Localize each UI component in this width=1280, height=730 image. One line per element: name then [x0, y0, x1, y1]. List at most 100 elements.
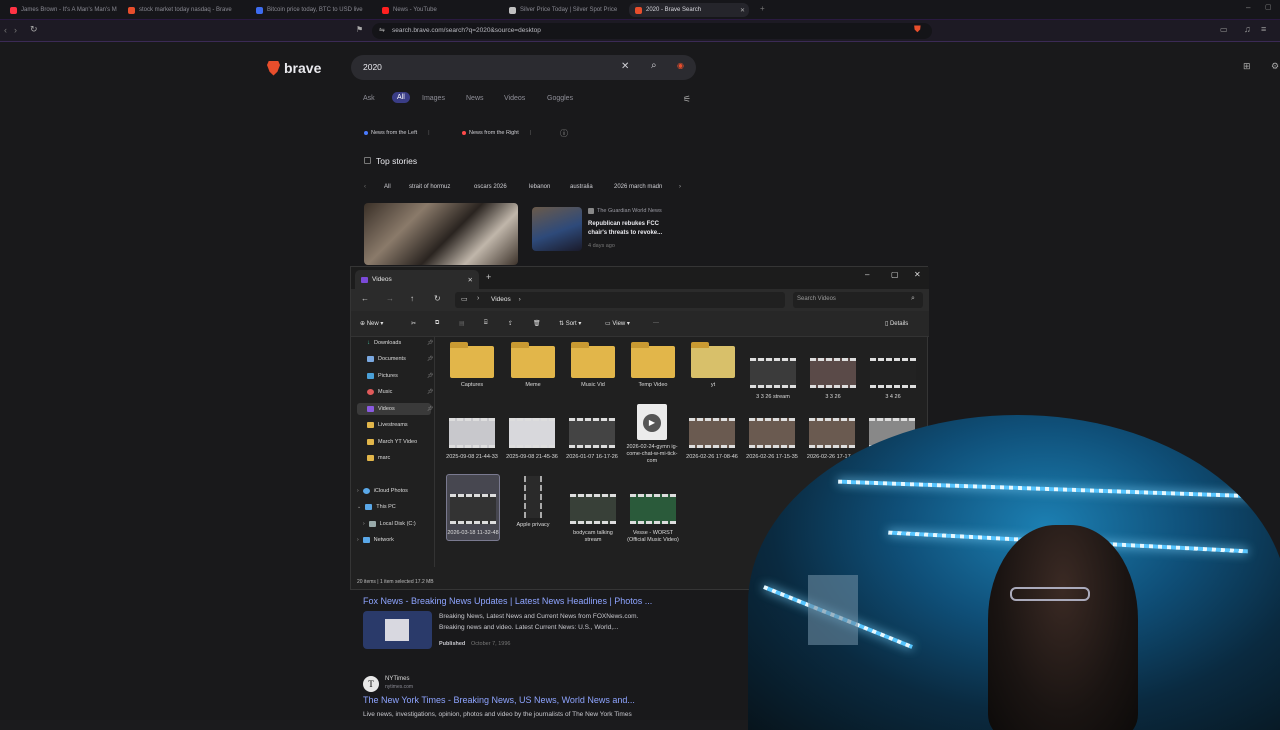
tab-ask[interactable]: Ask: [363, 95, 375, 102]
file-item-video[interactable]: Apple privacy: [505, 476, 561, 529]
grid-apps-icon[interactable]: ⊞: [1243, 61, 1251, 72]
up-icon[interactable]: ↑: [410, 294, 414, 303]
chips-next-icon[interactable]: ›: [679, 184, 681, 190]
file-item-video[interactable]: 2025-09-08 21-44-33: [444, 415, 500, 461]
sidebar-item-network[interactable]: › Network: [357, 534, 431, 546]
browser-tab-active[interactable]: 2020 - Brave Search ✕: [629, 3, 749, 17]
explorer-tab[interactable]: Videos ✕: [355, 270, 479, 289]
browser-tab[interactable]: Silver Price Today | Silver Spot Price: [503, 3, 623, 17]
sidebar-item-marc[interactable]: marc: [357, 452, 431, 464]
brave-logo[interactable]: brave: [267, 60, 321, 76]
news-from-right-button[interactable]: News from the Right |: [462, 127, 531, 139]
bookmark-icon[interactable]: ⚑: [356, 25, 363, 34]
file-item-video[interactable]: 2026-02-26 17-15-35: [744, 415, 800, 461]
cut-icon[interactable]: ✂: [411, 320, 416, 327]
sidebar-item-pictures[interactable]: Pictures 📌︎: [357, 370, 433, 382]
expand-chevron-icon[interactable]: ›: [357, 488, 359, 494]
fox-news-thumbnail[interactable]: [363, 611, 432, 649]
file-item-video[interactable]: Vesse - WORST (Official Music Video): [625, 491, 681, 544]
search-icon[interactable]: ⌕: [651, 60, 657, 71]
news-from-left-button[interactable]: News from the Left |: [364, 127, 430, 139]
forward-icon[interactable]: →: [386, 294, 394, 303]
chip[interactable]: oscars 2026: [474, 184, 507, 190]
story-image[interactable]: [532, 207, 582, 251]
share-icon[interactable]: ⇪: [508, 320, 513, 327]
browser-tab[interactable]: News - YouTube: [376, 3, 494, 17]
sidebar-item-icloud-photos[interactable]: › iCloud Photos: [357, 485, 431, 497]
explorer-search-input[interactable]: Search Videos ⌕: [793, 292, 923, 308]
tab-news[interactable]: News: [466, 95, 484, 102]
chip[interactable]: 2026 march madn: [614, 184, 662, 190]
breadcrumb[interactable]: ▭ › Videos ›: [455, 292, 785, 308]
new-button[interactable]: ⊕ New ▾: [360, 320, 383, 327]
back-icon[interactable]: ←: [361, 294, 369, 303]
tab-videos[interactable]: Videos: [504, 95, 525, 102]
rename-icon[interactable]: ⌸: [484, 320, 488, 327]
paste-icon[interactable]: ▤: [459, 320, 465, 327]
more-options-icon[interactable]: ···: [653, 320, 659, 326]
file-item-video[interactable]: 3 4 26: [865, 355, 921, 401]
maximize-icon[interactable]: ▢: [1265, 3, 1272, 11]
close-tab-icon[interactable]: ✕: [468, 276, 479, 284]
chip-all[interactable]: All: [384, 184, 391, 190]
sidebar-item-livestreams[interactable]: Livestreams: [357, 419, 431, 431]
copy-icon[interactable]: ⧉: [435, 320, 439, 327]
refresh-icon[interactable]: ↻: [434, 294, 441, 303]
file-item-video[interactable]: bodycam talking stream: [565, 491, 621, 544]
file-item-folder[interactable]: Temp Video: [625, 342, 681, 389]
address-bar[interactable]: ⇋ search.brave.com/search?q=2020&source=…: [372, 23, 932, 39]
view-button[interactable]: ▭ View ▾: [605, 320, 630, 327]
fox-news-result-link[interactable]: Fox News - Breaking News Updates | Lates…: [363, 596, 652, 606]
close-tab-icon[interactable]: ✕: [740, 7, 749, 14]
minimize-icon[interactable]: –: [1246, 3, 1250, 12]
details-button[interactable]: ▯ Details: [885, 320, 908, 327]
filter-icon[interactable]: ⚟: [683, 94, 691, 105]
minimize-icon[interactable]: –: [865, 270, 869, 279]
collapse-chevron-icon[interactable]: ⌄: [357, 504, 361, 510]
browser-tab[interactable]: Bitcoin price today, BTC to USD live: [250, 3, 368, 17]
site-info-icon[interactable]: ⇋: [379, 26, 385, 34]
tab-images[interactable]: Images: [422, 95, 445, 102]
file-item-video-selected[interactable]: 2026-03-18 11-32-48: [445, 491, 501, 537]
file-item-video[interactable]: 2026-01-07 16-17-26: [564, 415, 620, 461]
file-item-folder[interactable]: Meme: [505, 342, 561, 389]
sidebar-item-this-pc[interactable]: ⌄ This PC: [357, 501, 431, 513]
expand-chevron-icon[interactable]: ›: [363, 521, 365, 527]
menu-icon[interactable]: ≡: [1261, 24, 1266, 34]
music-icon[interactable]: ♫: [1244, 24, 1251, 34]
chip[interactable]: australia: [570, 184, 593, 190]
browser-tab[interactable]: stock market today nasdaq - Brave: [122, 3, 247, 17]
file-item-video[interactable]: 3 3 26 stream: [745, 355, 801, 401]
sidebar-item-local-disk[interactable]: › Local Disk (C:): [363, 518, 433, 530]
sidebar-item-march-yt-video[interactable]: March YT Video: [357, 436, 431, 448]
search-input[interactable]: 2020: [351, 55, 696, 80]
expand-chevron-icon[interactable]: ›: [357, 537, 359, 543]
file-item-video[interactable]: 2026-02-26 17-08-46: [684, 415, 740, 461]
sort-button[interactable]: ⇅ Sort ▾: [559, 320, 581, 327]
sidebar-toggle-icon[interactable]: ▭: [1220, 25, 1228, 34]
maximize-icon[interactable]: ▢: [891, 270, 899, 279]
forward-icon[interactable]: ›: [14, 25, 17, 35]
chip[interactable]: lebanon: [529, 184, 550, 190]
back-icon[interactable]: ‹: [4, 25, 7, 35]
nyt-result-link[interactable]: The New York Times - Breaking News, US N…: [363, 695, 635, 705]
leo-ai-icon[interactable]: ◉: [677, 61, 684, 70]
new-tab-icon[interactable]: +: [760, 4, 765, 13]
file-item-folder[interactable]: yt: [685, 342, 741, 389]
sidebar-item-documents[interactable]: Documents 📌︎: [357, 353, 433, 365]
file-item-video[interactable]: 3 3 26: [805, 355, 861, 401]
browser-tab[interactable]: James Brown - It's A Man's Man's M: [4, 3, 122, 17]
clear-search-icon[interactable]: ✕: [621, 61, 629, 72]
sidebar-item-music[interactable]: Music 📌︎: [357, 386, 433, 398]
file-item-folder[interactable]: Captures: [444, 342, 500, 389]
brave-shields-icon[interactable]: ⛊: [914, 24, 921, 35]
sidebar-item-downloads[interactable]: ↓ Downloads 📌︎: [357, 337, 433, 349]
chips-prev-icon[interactable]: ‹: [364, 184, 366, 190]
chip[interactable]: strait of hormuz: [409, 184, 450, 190]
reload-icon[interactable]: ↻: [30, 24, 38, 35]
settings-gear-icon[interactable]: ⚙: [1271, 61, 1279, 72]
file-item-folder[interactable]: Music Vid: [565, 342, 621, 389]
new-tab-icon[interactable]: +: [486, 272, 491, 282]
delete-icon[interactable]: 🗑︎: [533, 320, 541, 327]
file-item-document[interactable]: ▶ 2026-02-24-gymn ig-come-chat-w-mi-tick-…: [624, 404, 680, 465]
